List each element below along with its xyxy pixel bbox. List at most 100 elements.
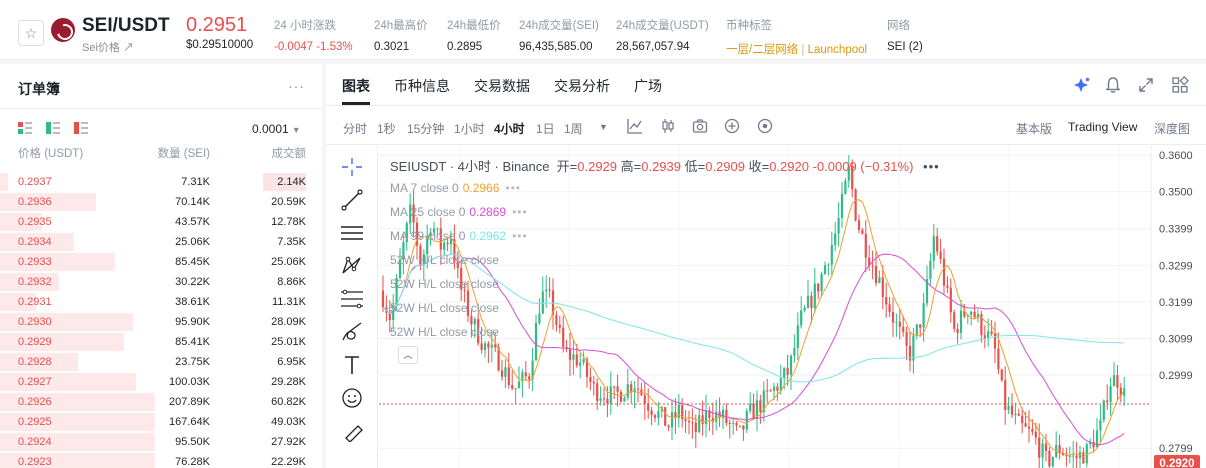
indicator-chart-icon[interactable] (627, 118, 643, 134)
candle-body (735, 422, 738, 426)
candle-body (575, 354, 578, 366)
coin-price-link[interactable]: Sei价格 ↗ (82, 39, 134, 55)
precision-value: 0.0001 (252, 122, 289, 136)
view-trading-view[interactable]: Trading View (1068, 120, 1137, 134)
stat-value[interactable]: SEI (2) (887, 41, 923, 53)
orderbook-bids-mode-icon[interactable] (46, 122, 60, 134)
legend-52w-3[interactable]: 52W H/L close close (390, 301, 499, 315)
orderbook-row[interactable]: 0.2932 30.22K 8.86K (0, 272, 322, 292)
orderbook-row[interactable]: 0.2930 95.90K 28.09K (0, 312, 322, 332)
bell-icon[interactable] (1104, 76, 1122, 94)
orderbook-row[interactable]: 0.2936 70.14K 20.59K (0, 192, 322, 212)
legend-ma7[interactable]: MA 7 close 0 0.2966 ••• (390, 181, 521, 195)
legend-ma99[interactable]: MA 99 close 0 0.2962 ••• (390, 229, 528, 243)
candle-body (511, 384, 514, 389)
orderbook-row[interactable]: 0.2931 38.61K 11.31K (0, 292, 322, 312)
precision-select[interactable]: 0.0001 ▼ (252, 122, 301, 136)
orderbook-row[interactable]: 0.2928 23.75K 6.95K (0, 352, 322, 372)
fib-retracement-icon[interactable] (340, 288, 364, 310)
horizontal-lines-icon[interactable] (340, 222, 364, 244)
favorite-star-icon[interactable]: ☆ (18, 20, 44, 46)
candle-body (534, 323, 538, 361)
view-basic[interactable]: 基本版 (1016, 120, 1052, 137)
ask-price: 0.2928 (18, 356, 52, 368)
tag-layer-network[interactable]: 一层/二层网络 (726, 44, 798, 56)
legend-low-label: 低= (684, 159, 706, 174)
candle-body (609, 386, 612, 404)
timeframe-1d[interactable]: 1日 (536, 120, 555, 137)
stat-24h-low: 24h最低价 0.2895 (447, 17, 501, 53)
brush-icon[interactable] (340, 321, 364, 343)
orderbook-row[interactable]: 0.2927 100.03K 29.28K (0, 372, 322, 392)
candlestick-chart[interactable]: 0.3600 0.3500 0.3399 0.3299 0.3199 0.3099 0.29… (379, 146, 1206, 468)
ask-qty: 76.28K (175, 456, 210, 468)
settings-target-icon[interactable] (757, 118, 773, 134)
trend-line-icon[interactable] (340, 189, 364, 211)
orderbook-row[interactable]: 0.2935 43.57K 12.78K (0, 212, 322, 232)
candle-body (596, 383, 599, 401)
timeframe-more-chevron-icon[interactable]: ▼ (599, 122, 608, 132)
tab-trading-analysis[interactable]: 交易分析 (554, 76, 610, 96)
collapse-legend-chevron-up-icon[interactable]: ︿ (398, 346, 418, 364)
candle-body (789, 355, 793, 375)
orderbook-asks-list: 0.2937 7.31K 2.14K 0.2936 70.14K 20.59K 0.2935… (0, 172, 322, 468)
text-tool-icon[interactable] (340, 354, 364, 376)
pattern-icon[interactable] (340, 255, 364, 277)
ma25-more-icon[interactable]: ••• (512, 205, 528, 219)
orderbook-row[interactable]: 0.2925 167.64K 49.03K (0, 412, 322, 432)
legend-52w-4[interactable]: 52W H/L close close (390, 325, 499, 339)
drawing-toolbar (326, 146, 378, 468)
ruler-icon[interactable] (340, 420, 364, 442)
ask-price: 0.2926 (18, 396, 52, 408)
add-indicator-icon[interactable] (724, 118, 740, 134)
candle-body (1099, 419, 1102, 431)
legend-more-icon[interactable]: ••• (923, 159, 940, 174)
tab-trading-data[interactable]: 交易数据 (474, 76, 530, 96)
ai-sparkle-icon[interactable] (1073, 76, 1091, 94)
timeframe-15m[interactable]: 15分钟 (407, 120, 444, 137)
candle-body (1112, 375, 1116, 387)
ma99-more-icon[interactable]: ••• (512, 229, 528, 243)
orderbook-row[interactable]: 0.2923 76.28K 22.29K (0, 452, 322, 468)
chart-tabs: 图表 币种信息 交易数据 交易分析 广场 (326, 64, 1206, 106)
tab-chart[interactable]: 图表 (342, 76, 370, 96)
candle-body (905, 331, 908, 346)
ask-total: 25.01K (271, 336, 306, 348)
more-options-icon[interactable]: ··· (288, 78, 305, 94)
y-tick-label: 0.3199 (1159, 297, 1193, 309)
camera-icon[interactable] (692, 118, 708, 134)
legend-close-label: 收= (748, 159, 770, 174)
timeframe-4h[interactable]: 4小时 (494, 120, 525, 137)
timeframe-line[interactable]: 分时 (343, 120, 367, 137)
legend-high: 0.2939 (641, 159, 681, 174)
orderbook-both-mode-icon[interactable] (18, 122, 32, 134)
emoji-icon[interactable] (340, 387, 364, 409)
orderbook-row[interactable]: 0.2924 95.50K 27.92K (0, 432, 322, 452)
timeframe-1h[interactable]: 1小时 (454, 120, 485, 137)
tab-square[interactable]: 广场 (634, 76, 662, 96)
orderbook-row[interactable]: 0.2934 25.06K 7.35K (0, 232, 322, 252)
orderbook-asks-mode-icon[interactable] (74, 122, 88, 134)
orderbook-row[interactable]: 0.2926 207.89K 60.82K (0, 392, 322, 412)
legend-52w-2[interactable]: 52W H/L close close (390, 277, 499, 291)
expand-icon[interactable] (1137, 76, 1155, 94)
crosshair-icon[interactable] (340, 156, 364, 178)
timeframe-1s[interactable]: 1秒 (377, 120, 396, 137)
legend-ma25[interactable]: MA 25 close 0 0.2869 ••• (390, 205, 528, 219)
timeframe-1w[interactable]: 1周 (564, 120, 583, 137)
orderbook-row[interactable]: 0.2929 85.41K 25.01K (0, 332, 322, 352)
view-depth[interactable]: 深度图 (1154, 120, 1190, 137)
layout-grid-icon[interactable] (1171, 76, 1189, 94)
legend-52w-1[interactable]: 52W H/L close close (390, 253, 499, 267)
candle-body (749, 403, 752, 412)
candle-body (504, 367, 507, 377)
candle-body (1048, 450, 1051, 467)
orderbook-row[interactable]: 0.2933 85.45K 25.06K (0, 252, 322, 272)
candle-type-icon[interactable] (660, 118, 676, 134)
tab-coin-info[interactable]: 币种信息 (394, 76, 450, 96)
tag-launchpool[interactable]: Launchpool (808, 44, 867, 56)
ma7-more-icon[interactable]: ••• (505, 181, 521, 195)
orderbook-row[interactable]: 0.2937 7.31K 2.14K (0, 172, 322, 192)
ask-qty: 95.50K (175, 436, 210, 448)
ask-price: 0.2925 (18, 416, 52, 428)
